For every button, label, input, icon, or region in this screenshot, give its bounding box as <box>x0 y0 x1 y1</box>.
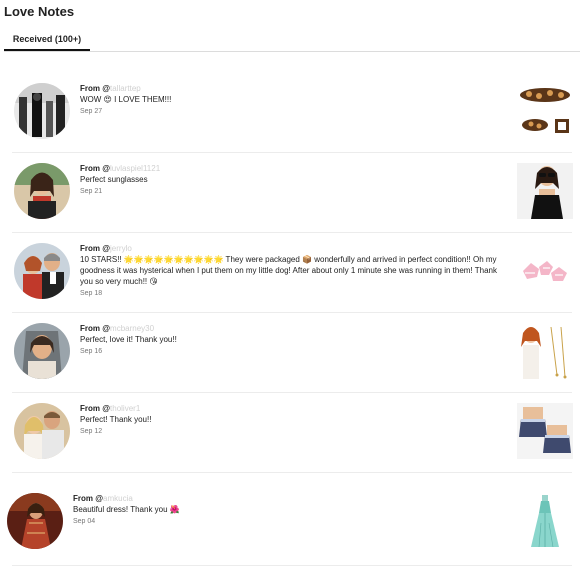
sender-avatar[interactable] <box>7 493 63 549</box>
note-date: Sep 27 <box>80 108 103 115</box>
sender-username[interactable]: tholiver1 <box>110 404 140 413</box>
product-thumbnail[interactable] <box>517 83 573 139</box>
note-date: Sep 04 <box>73 518 96 525</box>
note-content: From @amkucia Beautiful dress! Thank you… <box>73 493 493 527</box>
note-message: WOW 😍 I LOVE THEM!!! <box>80 95 172 104</box>
note-divider <box>12 152 572 153</box>
product-thumbnail[interactable] <box>517 163 573 219</box>
note-message: Beautiful dress! Thank you 🌺 <box>73 505 180 514</box>
note-from: From @tholiver1 <box>80 403 500 414</box>
page-title: Love Notes <box>4 4 75 19</box>
note-from: From @luvlaspiel1121 <box>80 163 500 174</box>
note-message: Perfect sunglasses <box>80 175 148 184</box>
sender-avatar[interactable] <box>14 403 70 459</box>
product-thumbnail[interactable] <box>517 403 573 459</box>
sender-username[interactable]: mcbarney30 <box>110 324 154 333</box>
note-date: Sep 21 <box>80 188 103 195</box>
from-label: From @ <box>73 494 104 503</box>
note-message: Perfect! Thank you!! <box>80 415 152 424</box>
note-divider <box>12 472 572 473</box>
note-content: From @tallarttep WOW 😍 I LOVE THEM!!! Se… <box>80 83 500 117</box>
from-label: From @ <box>80 324 111 333</box>
tab-label: Received <box>12 34 53 44</box>
note-divider <box>12 232 572 233</box>
product-thumbnail[interactable] <box>517 243 573 299</box>
note-date: Sep 12 <box>80 428 103 435</box>
note-date: Sep 16 <box>80 348 103 355</box>
love-notes-page: Love Notes Received (100+) From @tallart… <box>0 0 580 580</box>
note-from: From @jerrylo <box>80 243 500 254</box>
sender-username[interactable]: tallarttep <box>110 84 141 93</box>
note-message: Perfect, love it! Thank you!! <box>80 335 177 344</box>
note-from: From @mcbarney30 <box>80 323 500 334</box>
sender-username[interactable]: luvlaspiel1121 <box>110 164 160 173</box>
note-divider <box>12 312 572 313</box>
product-thumbnail[interactable] <box>517 493 573 549</box>
note-divider <box>12 392 572 393</box>
note-message: 10 STARS!! 🌟🌟🌟🌟🌟🌟🌟🌟🌟🌟 They were packaged… <box>80 255 497 286</box>
note-from: From @tallarttep <box>80 83 500 94</box>
note-divider <box>12 565 572 566</box>
tab-bar: Received (100+) <box>4 32 580 52</box>
from-label: From @ <box>80 164 111 173</box>
product-thumbnail[interactable] <box>517 323 573 379</box>
note-content: From @tholiver1 Perfect! Thank you!! Sep… <box>80 403 500 437</box>
sender-avatar[interactable] <box>14 323 70 379</box>
sender-avatar[interactable] <box>14 163 70 219</box>
sender-avatar[interactable] <box>14 83 70 139</box>
from-label: From @ <box>80 84 111 93</box>
note-content: From @luvlaspiel1121 Perfect sunglasses … <box>80 163 500 197</box>
note-content: From @mcbarney30 Perfect, love it! Thank… <box>80 323 500 357</box>
note-content: From @jerrylo 10 STARS!! 🌟🌟🌟🌟🌟🌟🌟🌟🌟🌟 They… <box>80 243 500 299</box>
note-from: From @amkucia <box>73 493 493 504</box>
sender-username[interactable]: amkucia <box>103 494 133 503</box>
tab-count: (100+) <box>54 34 82 44</box>
sender-avatar[interactable] <box>14 243 70 299</box>
note-date: Sep 18 <box>80 290 103 297</box>
sender-username[interactable]: jerrylo <box>110 244 132 253</box>
tab-received[interactable]: Received (100+) <box>4 32 90 51</box>
from-label: From @ <box>80 244 111 253</box>
from-label: From @ <box>80 404 111 413</box>
